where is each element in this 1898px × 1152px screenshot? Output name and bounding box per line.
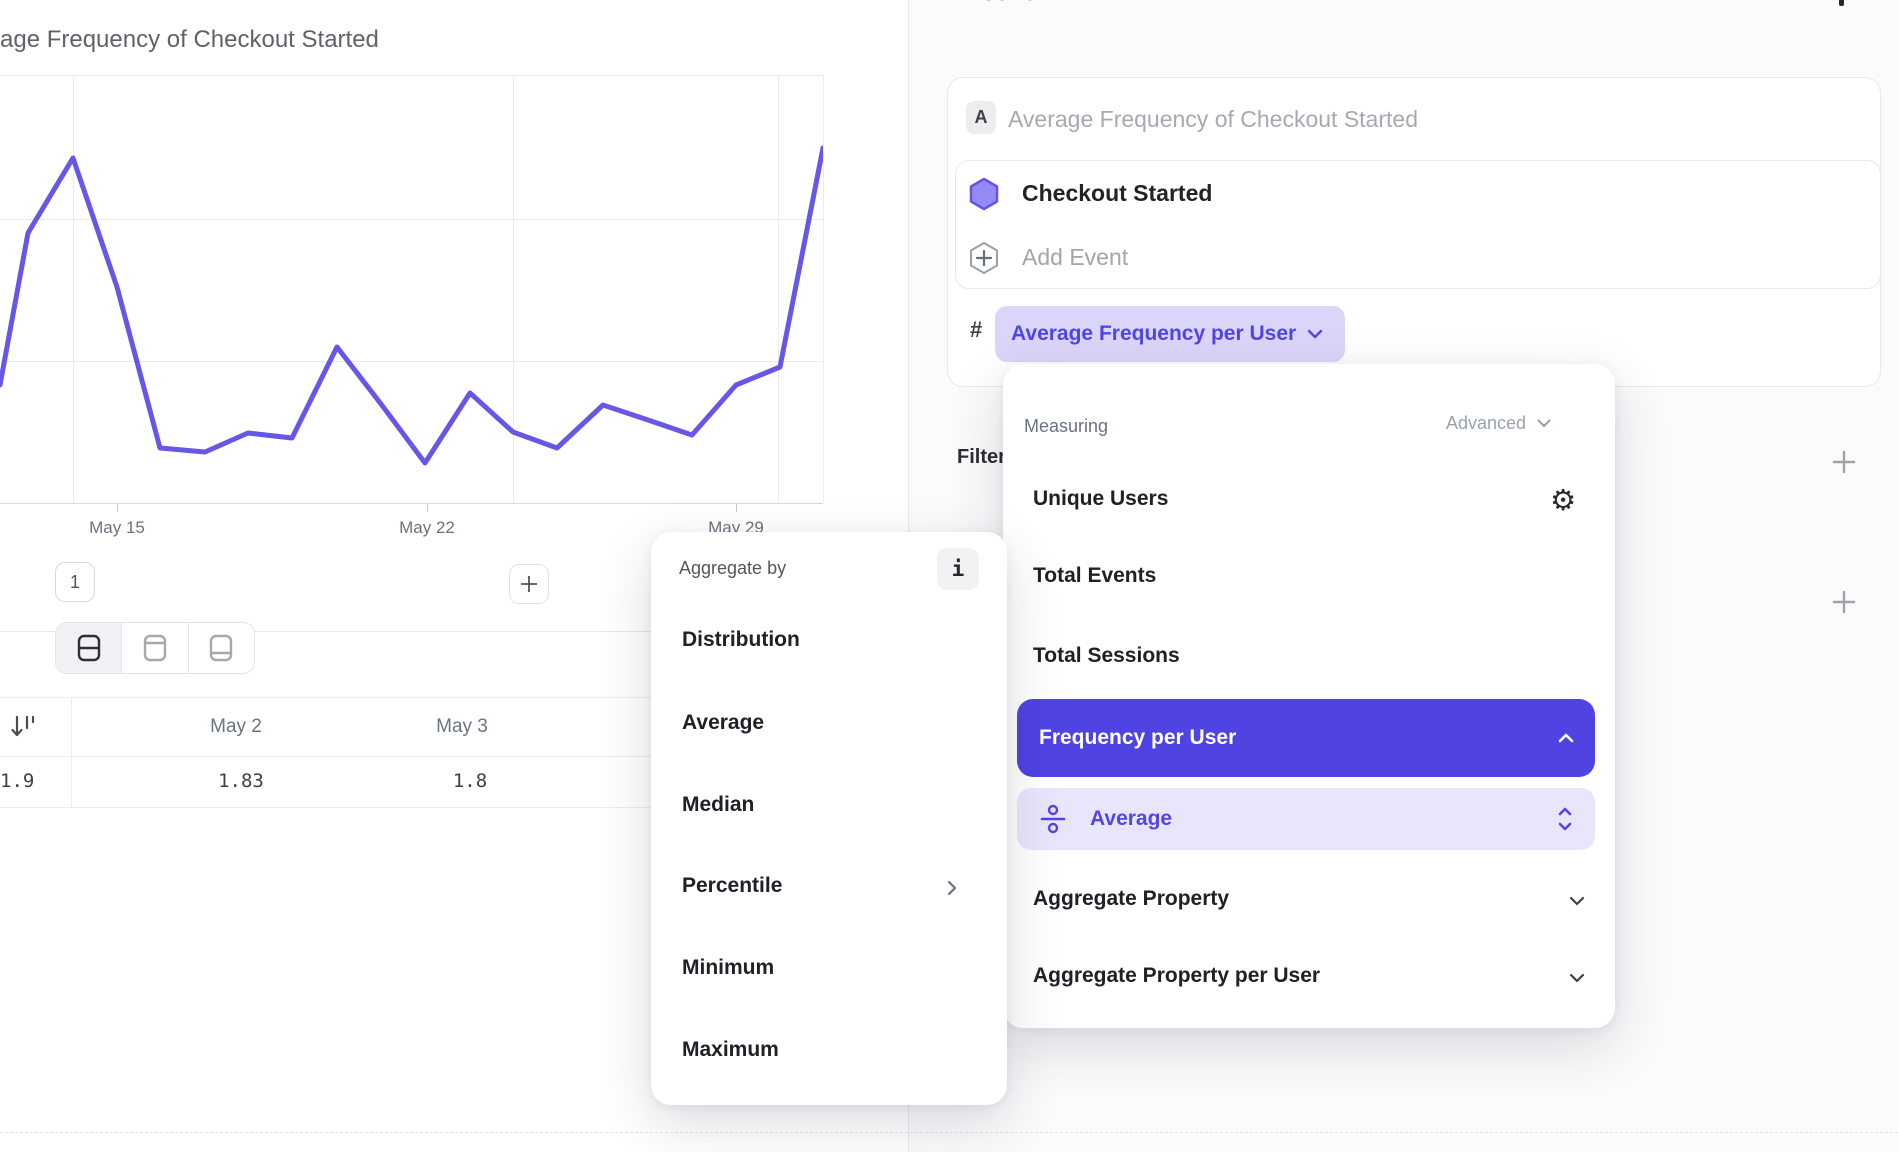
- analytics-app: age Frequency of Checkout Started May 15…: [0, 0, 1898, 1152]
- menu-item-total-sessions[interactable]: Total Sessions: [1033, 644, 1180, 668]
- table-cell: 1.8: [420, 756, 520, 807]
- chevron-right-icon: [946, 879, 958, 897]
- plus-icon: [1831, 589, 1857, 615]
- average-divide-icon: [1039, 804, 1071, 834]
- table-border: [0, 697, 670, 698]
- info-button[interactable]: i: [937, 548, 979, 590]
- advanced-label: Advanced: [1446, 413, 1526, 434]
- menu-item-average-selected[interactable]: Average: [1017, 788, 1595, 850]
- chevron-down-icon: [1536, 418, 1552, 429]
- bottom-boundary-line: [0, 1132, 1898, 1133]
- menu-item-total-events[interactable]: Total Events: [1033, 564, 1156, 588]
- menu-item-minimum[interactable]: Minimum: [682, 956, 774, 980]
- bottom-view-icon: [208, 633, 234, 663]
- menu-item-aggregate-property[interactable]: Aggregate Property: [1033, 887, 1229, 911]
- add-column-button[interactable]: [509, 564, 549, 604]
- menu-item-maximum[interactable]: Maximum: [682, 1038, 779, 1062]
- table-cell: 1.83: [191, 756, 291, 807]
- x-tick-label: May 15: [77, 518, 157, 538]
- menu-item-average[interactable]: Average: [682, 711, 764, 735]
- menu-item-frequency-per-user-selected[interactable]: Frequency per User: [1017, 699, 1595, 777]
- series-badge: A: [966, 101, 996, 134]
- event-hexagon-icon: [966, 176, 1002, 212]
- interval-input[interactable]: 1: [55, 562, 95, 602]
- advanced-mode-toggle[interactable]: Advanced: [1446, 413, 1552, 434]
- view-toggle-chart-and-table[interactable]: [56, 623, 122, 673]
- chevron-down-icon[interactable]: [1568, 895, 1586, 907]
- measurement-chip[interactable]: Average Frequency per User: [995, 306, 1345, 362]
- event-name[interactable]: Checkout Started: [1022, 178, 1212, 208]
- measuring-menu: [1003, 364, 1615, 1028]
- view-toggle-table-only[interactable]: [189, 623, 254, 673]
- menu-item-distribution[interactable]: Distribution: [682, 628, 800, 652]
- metric-section-title: Metric: [960, 0, 1180, 7]
- axis-tick: [427, 504, 428, 512]
- x-tick-label: May 22: [387, 518, 467, 538]
- menu-item-unique-users[interactable]: Unique Users: [1033, 487, 1168, 511]
- interval-value: 1: [70, 572, 80, 593]
- x-axis: [0, 503, 823, 504]
- add-event-label[interactable]: Add Event: [1022, 242, 1128, 272]
- top-view-icon: [142, 633, 168, 663]
- chevron-up-icon: [1557, 732, 1575, 744]
- view-toggle: [55, 622, 255, 674]
- menu-item-aggregate-property-per-user[interactable]: Aggregate Property per User: [1033, 964, 1320, 988]
- series-line: [0, 148, 823, 463]
- table-border: [0, 756, 670, 757]
- up-down-chevrons-icon: [1557, 805, 1573, 833]
- chevron-down-icon: [1306, 328, 1324, 340]
- axis-tick: [736, 504, 737, 512]
- plus-icon: [1831, 449, 1857, 475]
- add-event-icon[interactable]: [966, 240, 1002, 276]
- aggregate-by-menu: [651, 532, 1007, 1105]
- gear-icon[interactable]: ⚙: [1550, 483, 1576, 517]
- menu-item-percentile[interactable]: Percentile: [682, 874, 782, 898]
- chart-title: age Frequency of Checkout Started: [0, 26, 379, 54]
- table-column-divider: [71, 697, 72, 807]
- measurement-chip-label: Average Frequency per User: [1011, 322, 1296, 346]
- metric-name-placeholder[interactable]: Average Frequency of Checkout Started: [1008, 104, 1418, 134]
- plus-icon: [518, 573, 540, 595]
- table-header[interactable]: May 3: [412, 697, 512, 756]
- selected-item-label: Frequency per User: [1039, 699, 1236, 777]
- add-metric-button-clipped[interactable]: [1839, 0, 1844, 6]
- view-toggle-chart-only[interactable]: [122, 623, 188, 673]
- sort-icon[interactable]: [10, 714, 38, 745]
- add-breakdown-button[interactable]: [1829, 587, 1859, 617]
- table-border: [0, 807, 670, 808]
- chevron-down-icon[interactable]: [1568, 972, 1586, 984]
- measuring-menu-title: Measuring: [1024, 416, 1108, 437]
- aggregate-menu-title: Aggregate by: [679, 558, 786, 579]
- menu-item-median[interactable]: Median: [682, 793, 754, 817]
- add-filter-button[interactable]: [1829, 447, 1859, 477]
- sub-item-label: Average: [1090, 788, 1172, 850]
- axis-tick: [117, 504, 118, 512]
- split-view-icon: [76, 633, 102, 663]
- line-chart[interactable]: [0, 75, 823, 503]
- info-icon: i: [952, 557, 965, 581]
- measure-prefix: #: [970, 317, 982, 343]
- table-cell-clipped: 1.9: [0, 756, 48, 807]
- table-header[interactable]: May 2: [186, 697, 286, 756]
